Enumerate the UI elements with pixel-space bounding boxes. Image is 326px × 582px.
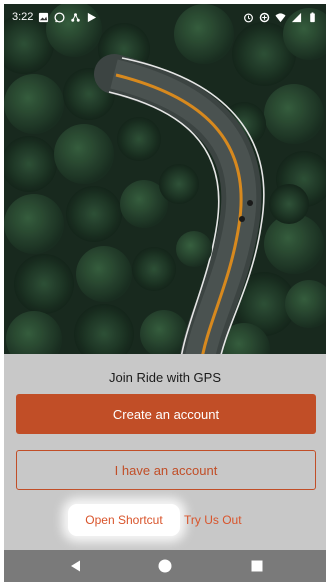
have-account-button[interactable]: I have an account [16,450,316,490]
status-bar-right [243,11,318,23]
data-saver-icon [259,12,270,23]
hero-image [4,4,326,354]
onboarding-sheet: Join Ride with GPS Create an account I h… [4,354,326,550]
open-shortcut-link[interactable]: Open Shortcut [68,504,180,536]
gallery-icon [38,12,49,23]
status-bar-left: 3:22 [12,11,97,23]
play-store-icon [86,12,97,23]
signal-icon [291,12,302,23]
navigation-bar [4,550,326,582]
wifi-icon [275,12,286,23]
forest-road-photo [4,4,326,354]
join-title: Join Ride with GPS [109,370,221,385]
alarm-icon [243,12,254,23]
try-us-out-link[interactable]: Try Us Out [184,504,242,536]
status-bar: 3:22 [4,4,326,30]
recents-icon[interactable] [249,558,265,574]
battery-icon [307,11,318,23]
status-time: 3:22 [12,11,34,23]
whatsapp-icon [54,11,65,23]
create-account-button[interactable]: Create an account [16,394,316,434]
phone-screen: 3:22 Join Ride with GPS Create an accoun… [4,4,326,582]
link-row: Open Shortcut Try Us Out [4,504,326,540]
back-icon[interactable] [68,558,84,574]
home-icon[interactable] [157,558,173,574]
share-icon [70,12,81,23]
